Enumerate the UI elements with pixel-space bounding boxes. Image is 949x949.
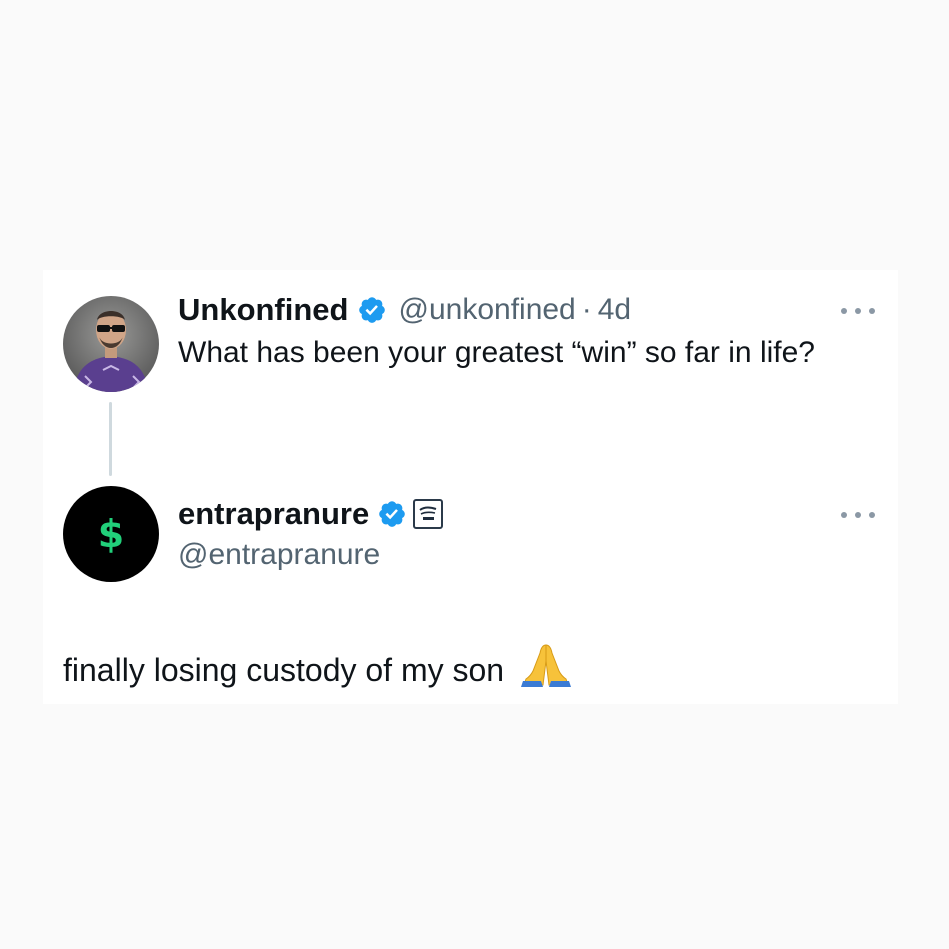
thread-connector	[109, 402, 112, 476]
affiliate-badge-icon[interactable]	[413, 499, 444, 529]
tweet2-handle-row: @entrapranure	[178, 538, 380, 572]
tweet2-header: entrapranure	[178, 496, 444, 532]
tweet1-header: Unkonfined @unkonfined · 4d	[178, 292, 631, 328]
separator-dot: ·	[581, 293, 592, 326]
avatar-entrapranure[interactable]: $	[63, 486, 159, 582]
verified-badge-icon	[379, 501, 406, 527]
more-options-icon[interactable]	[841, 509, 875, 521]
handle[interactable]: @entrapranure	[178, 538, 380, 572]
verified-badge-icon	[358, 297, 385, 323]
tweet2-text: finally losing custody of my son	[63, 652, 505, 688]
tweet2-text-row: finally losing custody of my son	[63, 641, 571, 689]
avatar-unkonfined[interactable]	[63, 296, 159, 392]
folded-hands-emoji	[520, 644, 571, 687]
tweet1-text: What has been your greatest “win” so far…	[178, 336, 815, 369]
handle[interactable]: @unkonfined	[399, 293, 576, 327]
display-name[interactable]: entrapranure	[178, 496, 369, 532]
more-options-icon[interactable]	[841, 305, 875, 317]
avatar-symbol: $	[97, 512, 125, 556]
display-name[interactable]: Unkonfined	[178, 292, 349, 328]
avatar-image	[63, 296, 159, 392]
timestamp[interactable]: 4d	[598, 293, 631, 327]
